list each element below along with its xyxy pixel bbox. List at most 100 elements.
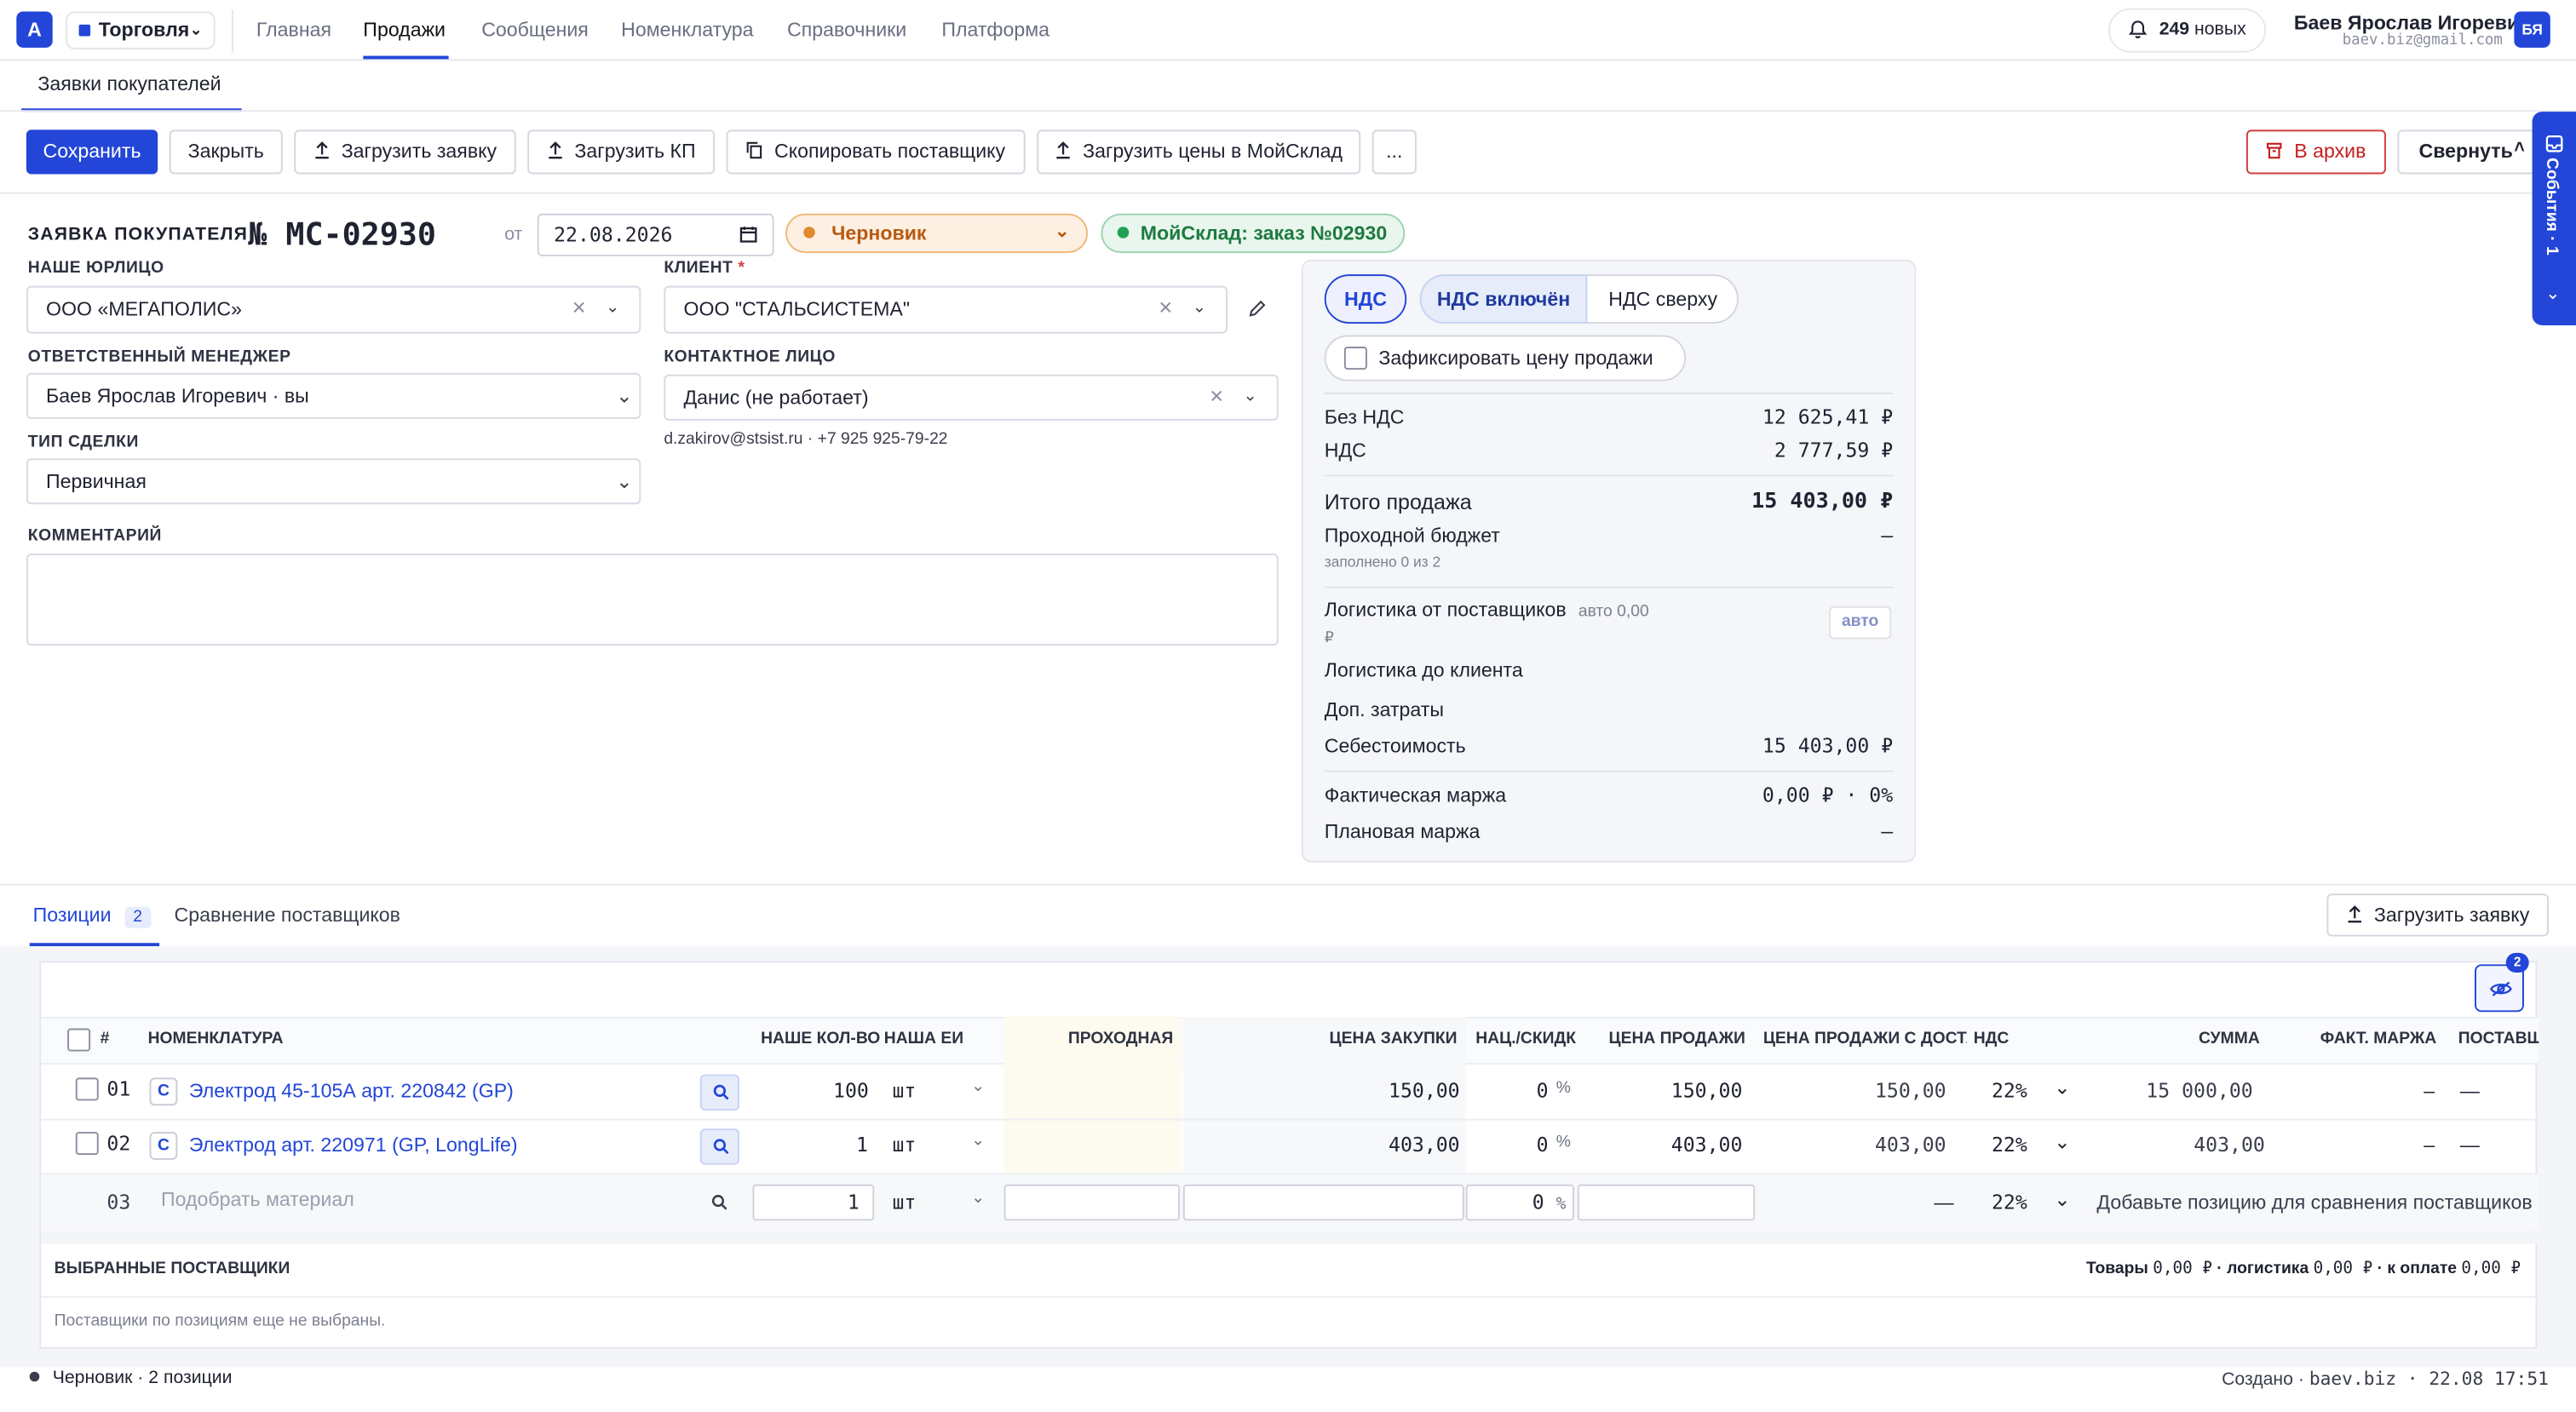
header-sale-price-delivery[interactable]: ЦЕНА ПРОДАЖИ С ДОСТА (1763, 1030, 1967, 1048)
header-unit[interactable]: НАША ЕИ (884, 1030, 963, 1048)
tab-compare-suppliers[interactable]: Сравнение поставщиков (174, 904, 400, 927)
notifications-button[interactable]: 249 новых (2107, 8, 2267, 53)
row-unit[interactable]: шт (892, 1079, 916, 1102)
header-supplier[interactable]: ПОСТАВЩ (2458, 1030, 2539, 1048)
manager-select[interactable]: Баев Ярослав Игоревич · вы ⌄ (26, 372, 641, 419)
header-sum[interactable]: СУММА (2199, 1030, 2260, 1048)
row-checkbox[interactable] (75, 1077, 99, 1101)
nav-messages[interactable]: Сообщения (481, 18, 589, 41)
clear-icon[interactable]: ✕ (572, 288, 587, 330)
upload-request-button-2[interactable]: Загрузить заявку (2326, 893, 2549, 937)
more-button[interactable]: ... (1371, 129, 1417, 175)
header-pass[interactable]: ПРОХОДНАЯ (1068, 1030, 1173, 1048)
new-row-vat[interactable]: 22% (1992, 1191, 2027, 1214)
row-supplier[interactable]: — (2460, 1134, 2480, 1157)
vat-tab-none[interactable]: НДС (1324, 274, 1407, 324)
nav-sales[interactable]: Продажи (363, 18, 446, 41)
row-purchase-price[interactable]: 403,00 (1389, 1134, 1460, 1157)
checkbox[interactable] (1343, 347, 1367, 370)
upload-prices-button[interactable]: Загрузить цены в МойСклад (1037, 129, 1361, 175)
tab-positions[interactable]: Позиции 2 (33, 904, 151, 928)
chevron-down-icon: ⌄ (2054, 1130, 2071, 1154)
row-vat[interactable]: 22% (1992, 1079, 2027, 1102)
row-fact-margin: – (2424, 1079, 2435, 1103)
notifications-count: 249 (2159, 20, 2190, 40)
collapse-button[interactable]: Свернуть ˄ (2397, 129, 2536, 175)
row-markup[interactable]: 0 (1537, 1079, 1549, 1102)
upload-request-button[interactable]: Загрузить заявку (294, 129, 516, 175)
new-row-pass-input[interactable] (1003, 1184, 1181, 1221)
vat-tab-on-top[interactable]: НДС сверху (1587, 276, 1738, 322)
events-side-tab[interactable]: События · 1 ⌄ (2532, 112, 2576, 325)
archive-button[interactable]: В архив (2245, 129, 2386, 175)
manager-label: ОТВЕТСТВЕННЫЙ МЕНЕДЖЕР (27, 347, 291, 367)
client-select[interactable]: ООО "СТАЛЬСИСТЕМА" ✕ ⌄ (664, 285, 1228, 334)
header-vat[interactable]: НДС (1974, 1030, 2010, 1048)
new-row-markup-input[interactable]: 0 % (1465, 1184, 1574, 1221)
select-all-checkbox[interactable] (67, 1028, 91, 1052)
header-qty[interactable]: НАШЕ КОЛ-ВО (761, 1030, 880, 1048)
row-vat[interactable]: 22% (1992, 1134, 2027, 1157)
auto-button[interactable]: авто (1828, 606, 1892, 640)
row-purchase-price[interactable]: 150,00 (1389, 1079, 1460, 1102)
row-divider (41, 1295, 2539, 1298)
workspace-label: Торговля (98, 18, 190, 42)
nav-references[interactable]: Справочники (787, 18, 906, 41)
row-checkbox[interactable] (75, 1132, 99, 1156)
tab-customer-requests[interactable]: Заявки покупателей (21, 72, 242, 112)
item-name-link[interactable]: Электрод арт. 220971 (GP, LongLife) (189, 1134, 518, 1157)
contact-select[interactable]: Данис (не работает) ✕ ⌄ (664, 374, 1279, 421)
header-sale-price[interactable]: ЦЕНА ПРОДАЖИ (1608, 1030, 1745, 1048)
row-sale-price[interactable]: 150,00 (1671, 1079, 1743, 1102)
row-qty[interactable]: 1 (856, 1134, 868, 1157)
selected-suppliers-title: ВЫБРАННЫЕ ПОСТАВЩИКИ (54, 1260, 290, 1278)
column-visibility-button[interactable]: 2 (2475, 952, 2529, 1013)
deal-type-select[interactable]: Первичная ⌄ (26, 458, 641, 505)
moysklad-badge[interactable]: МойСклад: заказ №02930 (1101, 213, 1406, 254)
new-row-unit[interactable]: шт (892, 1191, 916, 1214)
status-badge[interactable]: Черновик ⌄ (785, 213, 1088, 254)
divider (0, 192, 2576, 194)
pick-material-input[interactable]: Подобрать материал (161, 1188, 354, 1211)
new-row-purchase-input[interactable] (1182, 1184, 1464, 1221)
row-qty[interactable]: 100 (833, 1079, 869, 1102)
workspace-selector[interactable]: Торговля ⌄ (66, 11, 216, 49)
header-fact-margin[interactable]: ФАКТ. МАРЖА (2320, 1030, 2436, 1048)
save-button[interactable]: Сохранить (26, 129, 158, 175)
new-row-sale-input[interactable] (1577, 1184, 1756, 1221)
header-nomenclature[interactable]: НОМЕНКЛАТУРА (148, 1030, 284, 1048)
vat-tab-included[interactable]: НДС включён (1419, 274, 1588, 324)
fix-price-checkbox[interactable]: Зафиксировать цену продажи (1324, 335, 1687, 382)
comment-textarea[interactable] (26, 554, 1279, 646)
header-purchase-price[interactable]: ЦЕНА ЗАКУПКИ (1330, 1030, 1458, 1048)
deal-type-label: ТИП СДЕЛКИ (27, 433, 139, 452)
nav-nomenclature[interactable]: Номенклатура (621, 18, 753, 41)
row-sale-price[interactable]: 403,00 (1671, 1134, 1743, 1157)
new-row-qty-input[interactable]: 1 (752, 1184, 875, 1221)
row-unit[interactable]: шт (892, 1134, 916, 1157)
upload-icon (1056, 141, 1070, 159)
legal-entity-select[interactable]: ООО «МЕГАПОЛИС» ✕ ⌄ (26, 285, 641, 334)
search-button[interactable] (699, 1074, 740, 1111)
clear-icon[interactable]: ✕ (1209, 376, 1224, 419)
nav-home[interactable]: Главная (256, 18, 331, 41)
calendar-icon[interactable] (739, 225, 757, 243)
nav-platform[interactable]: Платформа (941, 18, 1049, 41)
copy-supplier-button[interactable]: Скопировать поставщику (726, 129, 1026, 175)
date-field[interactable]: 22.08.2026 (537, 213, 774, 256)
row-markup[interactable]: 0 (1537, 1134, 1549, 1157)
item-name-link[interactable]: Электрод 45-105А арт. 220842 (GP) (189, 1079, 514, 1102)
header-markup[interactable]: НАЦ./СКИДК (1475, 1030, 1576, 1048)
row-logistics-client: Логистика до клиента (1324, 658, 1523, 682)
row-supplier[interactable]: — (2460, 1079, 2480, 1102)
edit-pencil-icon[interactable] (1247, 299, 1267, 319)
close-button[interactable]: Закрыть (169, 129, 283, 175)
footer-created: Создано · baev.biz · 22.08 17:51 (2222, 1368, 2549, 1390)
clear-icon[interactable]: ✕ (1159, 288, 1174, 330)
upload-kp-button[interactable]: Загрузить КП (527, 129, 716, 175)
avatar[interactable]: БЯ (2514, 11, 2550, 48)
search-icon[interactable] (711, 1194, 727, 1210)
footer-status: Черновик · 2 позиции (29, 1369, 232, 1388)
search-button[interactable] (699, 1128, 740, 1165)
app-logo[interactable]: A (16, 11, 53, 48)
